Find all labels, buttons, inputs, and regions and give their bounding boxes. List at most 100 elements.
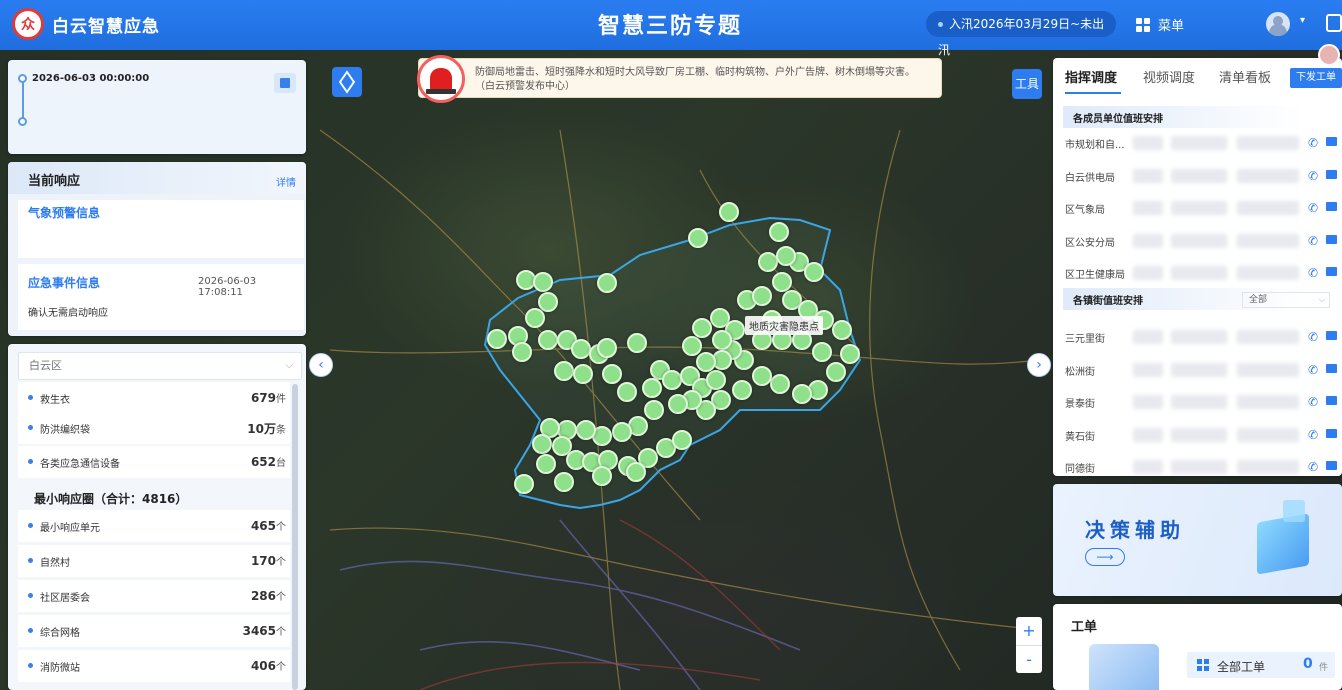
- document-button[interactable]: [274, 73, 296, 93]
- logout-icon[interactable]: [1326, 14, 1342, 32]
- user-avatar[interactable]: [1266, 12, 1290, 36]
- hazard-marker-icon[interactable]: [487, 329, 507, 349]
- hazard-marker-icon[interactable]: [696, 352, 716, 372]
- min-response-row[interactable]: 自然村 170个: [18, 545, 290, 577]
- hazard-marker-icon[interactable]: [710, 308, 730, 328]
- decision-support-card[interactable]: 决策辅助 ⟶: [1053, 484, 1342, 596]
- phone-icon[interactable]: ✆: [1308, 201, 1318, 215]
- issue-work-order-button[interactable]: 下发工单: [1290, 68, 1342, 88]
- hazard-marker-icon[interactable]: [554, 361, 574, 381]
- hazard-marker-icon[interactable]: [538, 330, 558, 350]
- hazard-marker-icon[interactable]: [617, 382, 637, 402]
- zoom-in-button[interactable]: +: [1016, 617, 1042, 645]
- hazard-marker-icon[interactable]: [573, 364, 593, 384]
- layers-button[interactable]: [332, 67, 362, 97]
- hazard-marker-icon[interactable]: [536, 454, 556, 474]
- hazard-marker-icon[interactable]: [668, 394, 688, 414]
- mail-icon[interactable]: [1326, 396, 1337, 405]
- hazard-marker-icon[interactable]: [706, 370, 726, 390]
- phone-icon[interactable]: ✆: [1308, 169, 1318, 183]
- hazard-marker-icon[interactable]: [656, 438, 676, 458]
- min-response-row[interactable]: 综合网格 3465个: [18, 615, 290, 647]
- hazard-marker-icon[interactable]: [576, 420, 596, 440]
- hazard-marker-icon[interactable]: [688, 228, 708, 248]
- min-response-row[interactable]: 社区居委会 286个: [18, 580, 290, 612]
- mail-icon[interactable]: [1326, 331, 1337, 340]
- min-response-row[interactable]: 消防微站 406个: [18, 650, 290, 682]
- emergency-event-card[interactable]: 应急事件信息 2026-06-03 17:08:11 确认无需启动响应: [18, 264, 304, 330]
- response-detail-link[interactable]: 详情: [276, 174, 296, 189]
- mail-icon[interactable]: [1326, 137, 1337, 146]
- hazard-marker-icon[interactable]: [752, 366, 772, 386]
- hazard-marker-icon[interactable]: [792, 384, 812, 404]
- hazard-marker-icon[interactable]: [804, 262, 824, 282]
- hazard-marker-icon[interactable]: [597, 338, 617, 358]
- hazard-marker-icon[interactable]: [612, 422, 632, 442]
- assistant-avatar[interactable]: [1318, 44, 1340, 66]
- resource-row[interactable]: 防洪编织袋 10万条: [18, 412, 290, 444]
- hazard-marker-icon[interactable]: [554, 472, 574, 492]
- mail-icon[interactable]: [1326, 202, 1337, 211]
- chevron-left-icon[interactable]: ‹: [309, 353, 333, 377]
- mail-icon[interactable]: [1326, 428, 1337, 438]
- hazard-marker-icon[interactable]: [516, 270, 536, 290]
- mail-icon[interactable]: [1326, 169, 1337, 179]
- hazard-marker-icon[interactable]: [832, 320, 852, 340]
- hazard-marker-icon[interactable]: [672, 430, 692, 450]
- phone-icon[interactable]: ✆: [1308, 395, 1318, 409]
- resource-row[interactable]: 各类应急通信设备 652台: [18, 446, 290, 478]
- chevron-right-icon[interactable]: ›: [1027, 353, 1051, 377]
- hazard-marker-icon[interactable]: [826, 362, 846, 382]
- scrollbar-thumb[interactable]: [292, 384, 298, 690]
- hazard-marker-icon[interactable]: [812, 342, 832, 362]
- hazard-marker-icon[interactable]: [525, 308, 545, 328]
- phone-icon[interactable]: ✆: [1308, 460, 1318, 474]
- hazard-marker-icon[interactable]: [602, 364, 622, 384]
- hazard-marker-icon[interactable]: [770, 374, 790, 394]
- hazard-marker-icon[interactable]: [769, 222, 789, 242]
- hazard-marker-icon[interactable]: [682, 336, 702, 356]
- phone-icon[interactable]: ✆: [1308, 234, 1318, 248]
- hazard-marker-icon[interactable]: [692, 318, 712, 338]
- phone-icon[interactable]: ✆: [1308, 266, 1318, 280]
- tab-list-board[interactable]: 清单看板: [1219, 67, 1271, 86]
- street-filter-select[interactable]: 全部 ⌵: [1242, 292, 1330, 308]
- weather-alert-banner[interactable]: 防御局地雷击、短时强降水和短时大风导致厂房工棚、临时构筑物、户外广告牌、树木倒塌…: [417, 55, 942, 103]
- timeline-dot-start[interactable]: [18, 74, 27, 83]
- min-response-row[interactable]: 最小响应单元 465个: [18, 510, 290, 542]
- hazard-marker-icon[interactable]: [642, 378, 662, 398]
- hazard-marker-icon[interactable]: [732, 380, 752, 400]
- hazard-marker-icon[interactable]: [533, 272, 553, 292]
- mail-icon[interactable]: [1326, 363, 1337, 373]
- hazard-marker-icon[interactable]: [752, 286, 772, 306]
- all-work-orders-stat[interactable]: 全部工单 0 件: [1187, 652, 1335, 678]
- hazard-marker-icon[interactable]: [776, 246, 796, 266]
- hazard-marker-icon[interactable]: [566, 450, 586, 470]
- hazard-marker-icon[interactable]: [512, 342, 532, 362]
- mail-icon[interactable]: [1326, 461, 1337, 470]
- phone-icon[interactable]: ✆: [1308, 363, 1318, 377]
- hazard-marker-icon[interactable]: [840, 344, 860, 364]
- arrow-right-icon[interactable]: ⟶: [1085, 548, 1125, 566]
- hazard-marker-icon[interactable]: [782, 290, 802, 310]
- menu-button[interactable]: 菜单: [1136, 15, 1184, 34]
- zoom-out-button[interactable]: -: [1016, 645, 1042, 673]
- hazard-marker-icon[interactable]: [772, 272, 792, 292]
- hazard-marker-icon[interactable]: [532, 434, 552, 454]
- resource-row[interactable]: 救生衣 679件: [18, 382, 290, 414]
- hazard-marker-icon[interactable]: [597, 273, 617, 293]
- phone-icon[interactable]: ✆: [1308, 136, 1318, 150]
- hazard-marker-icon[interactable]: [737, 290, 757, 310]
- weather-warning-card[interactable]: 气象预警信息: [18, 200, 304, 258]
- phone-icon[interactable]: ✆: [1308, 330, 1318, 344]
- district-select[interactable]: 白云区 ⌵: [18, 352, 302, 380]
- chevron-down-icon[interactable]: ▾: [1300, 15, 1305, 26]
- hazard-marker-icon[interactable]: [514, 474, 534, 494]
- hazard-marker-icon[interactable]: [592, 466, 612, 486]
- timeline-dot-end[interactable]: [18, 117, 27, 126]
- hazard-marker-icon[interactable]: [571, 339, 591, 359]
- tools-button[interactable]: 工具: [1012, 69, 1042, 99]
- mail-icon[interactable]: [1326, 267, 1337, 276]
- mail-icon[interactable]: [1326, 234, 1337, 244]
- hazard-marker-icon[interactable]: [644, 400, 664, 420]
